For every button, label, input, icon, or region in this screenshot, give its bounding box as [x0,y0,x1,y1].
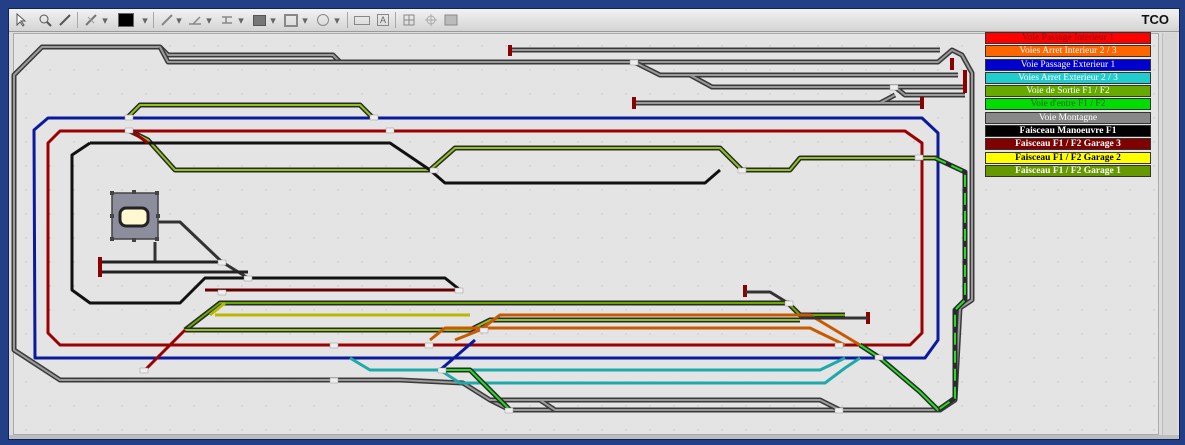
legend-item: Voie d'entre F1 / F2 [985,98,1151,111]
legend-item: Voies Arret Exterieur 2 / 3 [985,71,1151,84]
legend-item: Faisceau F1 / F2 Garage 1 [985,164,1151,177]
legend-item: Faisceau F1 / F2 Garage 2 [985,151,1151,164]
turntable-icon [110,190,160,242]
legend-item: Voie Montagne [985,111,1151,124]
app-window: ▾ ▾ ▾ ▾ ▾ ▾ ▾ ▾ A TCO Voie Passage Inter… [0,0,1185,445]
legend-item: Voies Arret Interieur 2 / 3 [985,45,1151,58]
track-montagne-branch-2 [510,47,965,106]
track-sortie [126,102,938,173]
track-legend: Voie Passage Interieur 1 Voies Arret Int… [985,32,1151,178]
track-passage-interieur [46,129,924,347]
legend-item: Voie de Sortie F1 / F2 [985,85,1151,98]
legend-item: Faisceau Manoeuvre F1 [985,125,1151,138]
legend-item: Voie Passage Exterieur 1 [985,58,1151,71]
legend-item: Voie Passage Interieur 1 [985,32,1151,44]
legend-item: Faisceau F1 / F2 Garage 3 [985,138,1151,151]
